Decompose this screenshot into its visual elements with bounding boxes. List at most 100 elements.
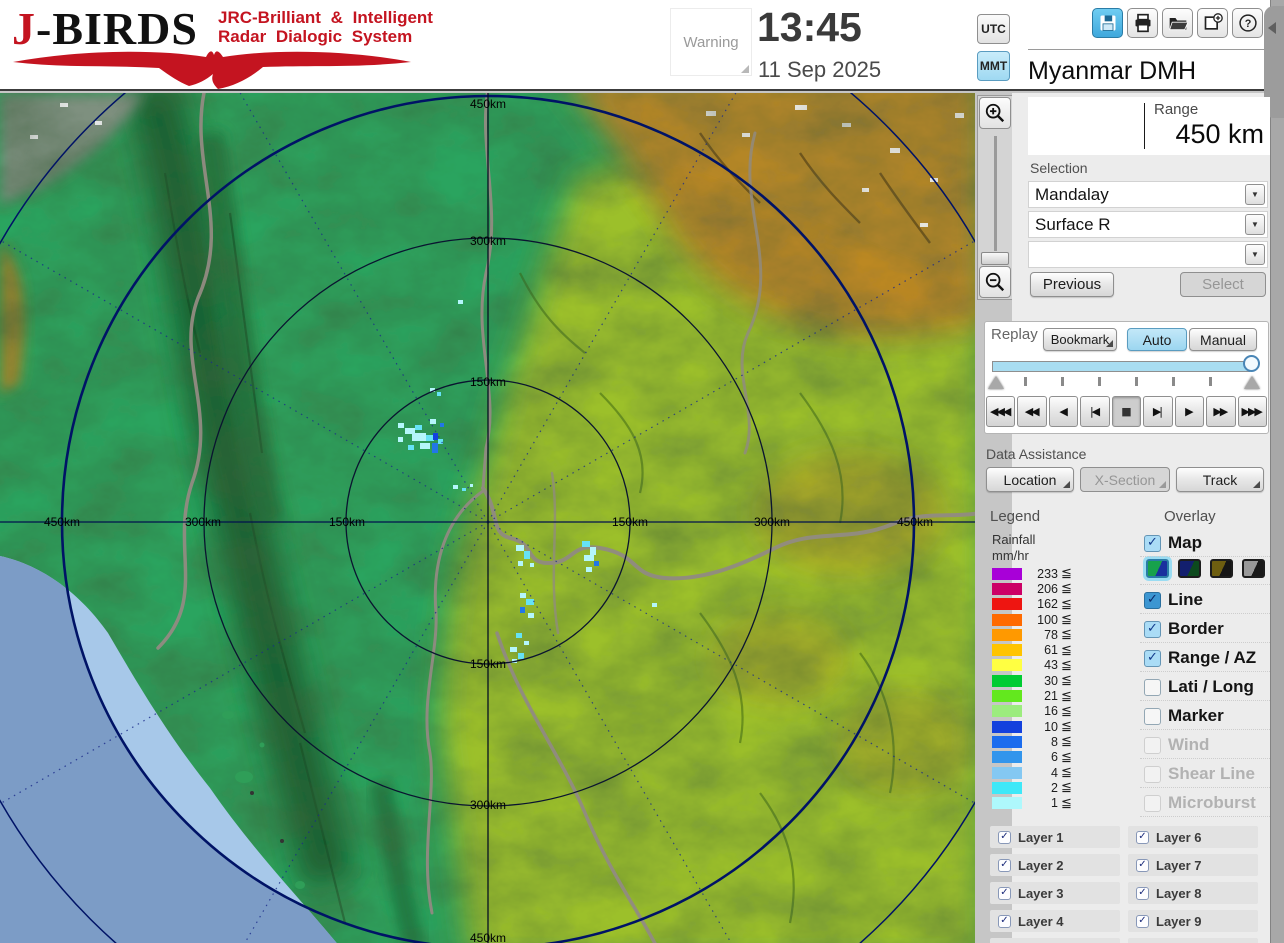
border-checkbox[interactable] bbox=[1144, 620, 1161, 638]
legend-row: 30 ≦ bbox=[992, 673, 1088, 688]
zoom-out-button[interactable] bbox=[979, 266, 1011, 298]
layer-6-row[interactable]: Layer 6 bbox=[1128, 826, 1258, 848]
layer-3-checkbox[interactable] bbox=[998, 886, 1011, 900]
overlay-item-border[interactable]: Border bbox=[1144, 616, 1270, 642]
map-style-swatch-4[interactable] bbox=[1242, 559, 1265, 578]
overlay-item-map[interactable]: Map bbox=[1144, 530, 1270, 556]
add-image-button[interactable] bbox=[1197, 8, 1228, 38]
radar-map[interactable]: 450km 300km 150km 150km 300km 450km 450k… bbox=[0, 93, 975, 943]
slider-start-marker[interactable] bbox=[988, 376, 1004, 389]
lati-long-checkbox[interactable] bbox=[1144, 678, 1161, 696]
xsection-button[interactable]: X-Section bbox=[1080, 467, 1170, 492]
overlay-item-line[interactable]: Line bbox=[1144, 587, 1270, 613]
layer-6-checkbox[interactable] bbox=[1136, 830, 1149, 844]
layer-4-row[interactable]: Layer 4 bbox=[990, 910, 1120, 932]
jbirds-window: J-BIRDS JRC-Brilliant & Intelligent Rada… bbox=[0, 0, 1284, 943]
legend-row: 233 ≦ bbox=[992, 566, 1088, 581]
range-ring-label: 450km bbox=[470, 97, 506, 111]
chevron-down-icon[interactable]: ▼ bbox=[1245, 214, 1265, 235]
forward-fast-button[interactable]: ▶▶ bbox=[1206, 396, 1236, 427]
header-separator bbox=[1028, 49, 1266, 50]
slider-end-marker[interactable] bbox=[1244, 376, 1260, 389]
auto-button[interactable]: Auto bbox=[1127, 328, 1187, 351]
layer-8-row[interactable]: Layer 8 bbox=[1128, 882, 1258, 904]
range-ring-label: 300km bbox=[754, 515, 790, 529]
layer-2-row[interactable]: Layer 2 bbox=[990, 854, 1120, 876]
zoom-slider-handle[interactable] bbox=[981, 252, 1009, 265]
logo-subtitle: JRC-Brilliant & Intelligent Radar Dialog… bbox=[218, 8, 433, 46]
range-ring-label: 300km bbox=[185, 515, 221, 529]
layer-row-partial[interactable] bbox=[1128, 938, 1258, 943]
svg-text:?: ? bbox=[1244, 18, 1251, 30]
step-forward-button[interactable]: ▶| bbox=[1143, 396, 1173, 427]
radar-map-viewport[interactable]: 450km 300km 150km 150km 300km 450km 450k… bbox=[0, 93, 975, 943]
map-style-swatch-2[interactable] bbox=[1178, 559, 1201, 578]
layer-2-checkbox[interactable] bbox=[998, 858, 1011, 872]
range-value: 450 km bbox=[1175, 119, 1264, 149]
replay-slider-track[interactable] bbox=[992, 361, 1250, 372]
zoom-slider-track[interactable] bbox=[994, 136, 997, 251]
replay-label: Replay bbox=[991, 326, 1038, 343]
replay-slider-thumb[interactable] bbox=[1243, 355, 1260, 372]
chevron-down-icon[interactable]: ▼ bbox=[1245, 184, 1265, 205]
previous-button[interactable]: Previous bbox=[1030, 272, 1114, 297]
layer-7-checkbox[interactable] bbox=[1136, 858, 1149, 872]
extra-dropdown[interactable]: ▼ bbox=[1028, 241, 1268, 268]
overlay-item-lati-long[interactable]: Lati / Long bbox=[1144, 674, 1270, 700]
range-ring-label: 150km bbox=[612, 515, 648, 529]
utc-button[interactable]: UTC bbox=[977, 14, 1010, 44]
legend-row: 162 ≦ bbox=[992, 597, 1088, 612]
layer-1-row[interactable]: Layer 1 bbox=[990, 826, 1120, 848]
range-ring-label: 300km bbox=[470, 234, 506, 248]
bookmark-button[interactable]: Bookmark bbox=[1043, 328, 1117, 351]
play-backward-button[interactable]: ◀ bbox=[1048, 396, 1079, 427]
layer-9-row[interactable]: Layer 9 bbox=[1128, 910, 1258, 932]
map-style-swatch-1[interactable] bbox=[1146, 559, 1169, 578]
warning-panel[interactable]: Warning bbox=[670, 8, 752, 76]
range-ring-label: 450km bbox=[897, 515, 933, 529]
layer-3-row[interactable]: Layer 3 bbox=[990, 882, 1120, 904]
stop-button[interactable]: ■ bbox=[1111, 396, 1142, 427]
play-button[interactable]: ▶ bbox=[1174, 396, 1205, 427]
track-button[interactable]: Track bbox=[1176, 467, 1264, 492]
legend-row: 6 ≦ bbox=[992, 750, 1088, 765]
clock-date: 11 Sep 2025 bbox=[758, 57, 882, 82]
help-button[interactable]: ? bbox=[1232, 8, 1263, 38]
layer-8-checkbox[interactable] bbox=[1136, 886, 1149, 900]
marker-checkbox[interactable] bbox=[1144, 707, 1161, 725]
layer-9-checkbox[interactable] bbox=[1136, 914, 1149, 928]
location-button[interactable]: Location bbox=[986, 467, 1074, 492]
print-button[interactable] bbox=[1127, 8, 1158, 38]
layer-4-checkbox[interactable] bbox=[998, 914, 1011, 928]
rewind-fast-button[interactable]: ◀◀ bbox=[1017, 396, 1047, 427]
product-dropdown[interactable]: Surface R ▼ bbox=[1028, 211, 1268, 238]
overlay-item-shear-line: Shear Line bbox=[1144, 761, 1270, 787]
map-checkbox[interactable] bbox=[1144, 534, 1161, 552]
chevron-down-icon[interactable]: ▼ bbox=[1245, 244, 1265, 265]
legend-unit: Rainfall mm/hr bbox=[992, 532, 1036, 563]
zoom-in-button[interactable] bbox=[979, 97, 1011, 129]
zoom-out-icon bbox=[985, 272, 1005, 292]
mmt-button[interactable]: MMT bbox=[977, 51, 1010, 81]
select-button[interactable]: Select bbox=[1180, 272, 1266, 297]
range-ring-label: 150km bbox=[470, 657, 506, 671]
manual-button[interactable]: Manual bbox=[1189, 328, 1257, 351]
step-back-button[interactable]: |◀ bbox=[1080, 396, 1110, 427]
eagle-logo-icon bbox=[13, 51, 411, 89]
site-dropdown[interactable]: Mandalay ▼ bbox=[1028, 181, 1268, 208]
forward-fastest-button[interactable]: ▶▶▶ bbox=[1237, 396, 1267, 427]
map-style-swatch-3[interactable] bbox=[1210, 559, 1233, 578]
line-checkbox[interactable] bbox=[1144, 591, 1161, 609]
open-folder-button[interactable] bbox=[1162, 8, 1193, 38]
layer-7-row[interactable]: Layer 7 bbox=[1128, 854, 1258, 876]
overlay-item-range-az[interactable]: Range / AZ bbox=[1144, 645, 1270, 671]
layer-1-checkbox[interactable] bbox=[998, 830, 1011, 844]
save-button[interactable] bbox=[1092, 8, 1123, 38]
overlay-item-marker[interactable]: Marker bbox=[1144, 703, 1270, 729]
legend-row: 21 ≦ bbox=[992, 688, 1088, 704]
range-az-checkbox[interactable] bbox=[1144, 649, 1161, 667]
layer-row-partial[interactable] bbox=[990, 938, 1120, 943]
selection-label: Selection bbox=[1030, 160, 1088, 176]
rewind-fastest-button[interactable]: ◀◀◀ bbox=[986, 396, 1016, 427]
zoom-control bbox=[977, 95, 1013, 300]
